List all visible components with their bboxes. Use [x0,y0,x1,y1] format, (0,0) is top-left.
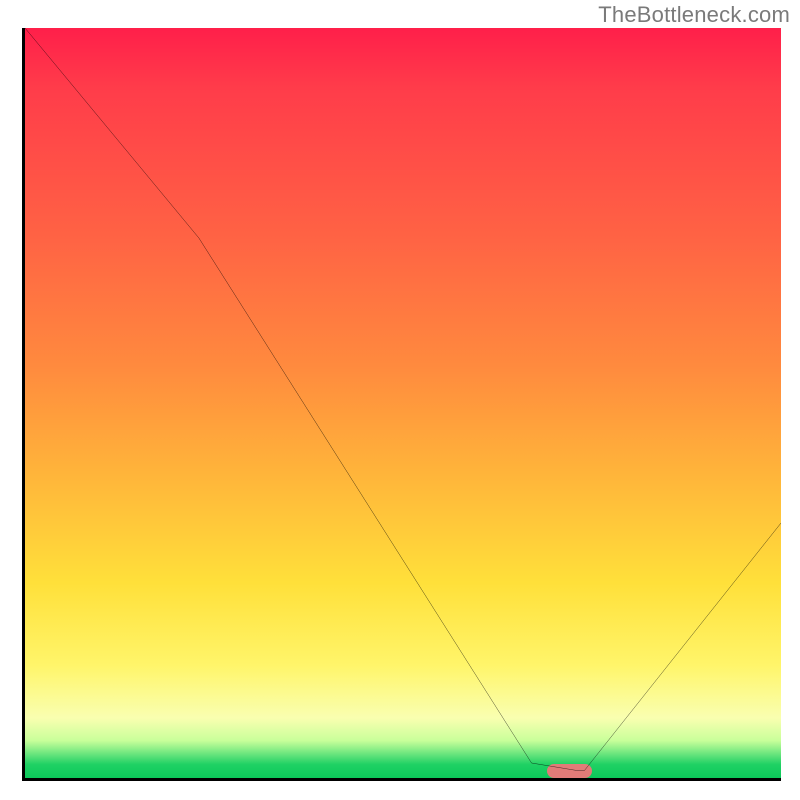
plot-area [22,28,781,781]
chart-container: TheBottleneck.com [0,0,800,800]
curve-path [25,28,781,771]
watermark-text: TheBottleneck.com [598,2,790,28]
bottleneck-curve [25,28,781,778]
